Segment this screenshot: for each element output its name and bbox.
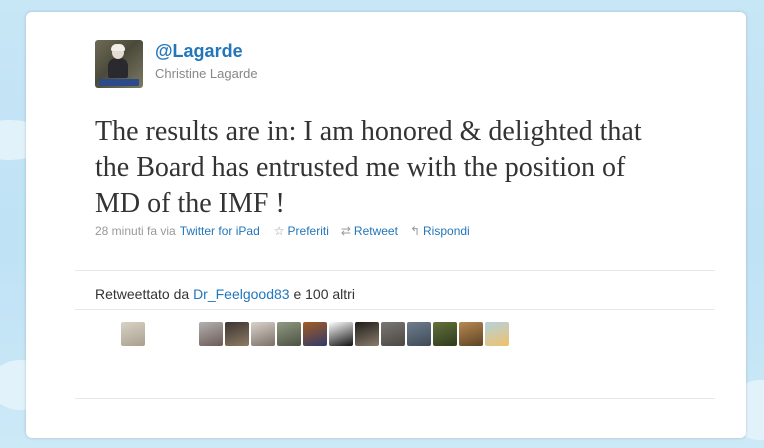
retweet-label: Retweet xyxy=(353,224,398,238)
retweet-icon: ⇄ xyxy=(340,224,351,238)
retweeted-by-line: Retweettato da Dr_Feelgood83 e 100 altri xyxy=(95,286,355,302)
avatar-figure xyxy=(108,58,128,78)
retweeter-avatar-3[interactable] xyxy=(225,322,249,346)
tweet-text: The results are in: I am honored & delig… xyxy=(95,116,642,219)
retweeter-avatar-6[interactable] xyxy=(303,322,327,346)
star-icon: ☆ xyxy=(273,224,285,238)
retweeter-avatar-10[interactable] xyxy=(407,322,431,346)
retweeter-avatar-9[interactable] xyxy=(381,322,405,346)
retweeted-by-prefix: Retweettato da xyxy=(95,286,190,302)
retweeter-avatar-8[interactable] xyxy=(355,322,379,346)
reply-action[interactable]: ↰ Rispondi xyxy=(410,224,470,238)
divider xyxy=(75,270,715,271)
retweeter-avatar-12[interactable] xyxy=(459,322,483,346)
divider xyxy=(75,309,715,310)
retweeter-avatar-4[interactable] xyxy=(251,322,275,346)
reply-label: Rispondi xyxy=(423,224,470,238)
retweeter-avatar-5[interactable] xyxy=(277,322,301,346)
retweeter-avatar-2[interactable] xyxy=(199,322,223,346)
retweeter-avatar-11[interactable] xyxy=(433,322,457,346)
reply-icon: ↰ xyxy=(409,224,421,238)
retweeted-by-user-link[interactable]: Dr_Feelgood83 xyxy=(193,286,290,302)
retweeter-avatar-13[interactable] xyxy=(485,322,509,346)
tweet-meta-bar: 28 minuti fa via Twitter for iPad ☆ Pref… xyxy=(95,224,470,238)
retweeter-avatar-7[interactable] xyxy=(329,322,353,346)
avatar-caption-strip xyxy=(99,79,139,86)
favorite-action[interactable]: ☆ Preferiti xyxy=(274,224,329,238)
tweet-timestamp[interactable]: 28 minuti fa via xyxy=(95,224,176,238)
divider xyxy=(75,398,715,399)
favorite-label: Preferiti xyxy=(287,224,329,238)
retweet-action[interactable]: ⇄ Retweet xyxy=(341,224,398,238)
retweeted-by-suffix: e 100 altri xyxy=(293,286,355,302)
tweet-source-link[interactable]: Twitter for iPad xyxy=(180,224,260,238)
profile-full-name: Christine Lagarde xyxy=(155,66,258,81)
avatar-hair xyxy=(111,44,125,51)
retweeter-avatar-1[interactable] xyxy=(121,322,145,346)
profile-handle-link[interactable]: @Lagarde xyxy=(155,41,243,62)
profile-avatar[interactable] xyxy=(95,40,143,88)
